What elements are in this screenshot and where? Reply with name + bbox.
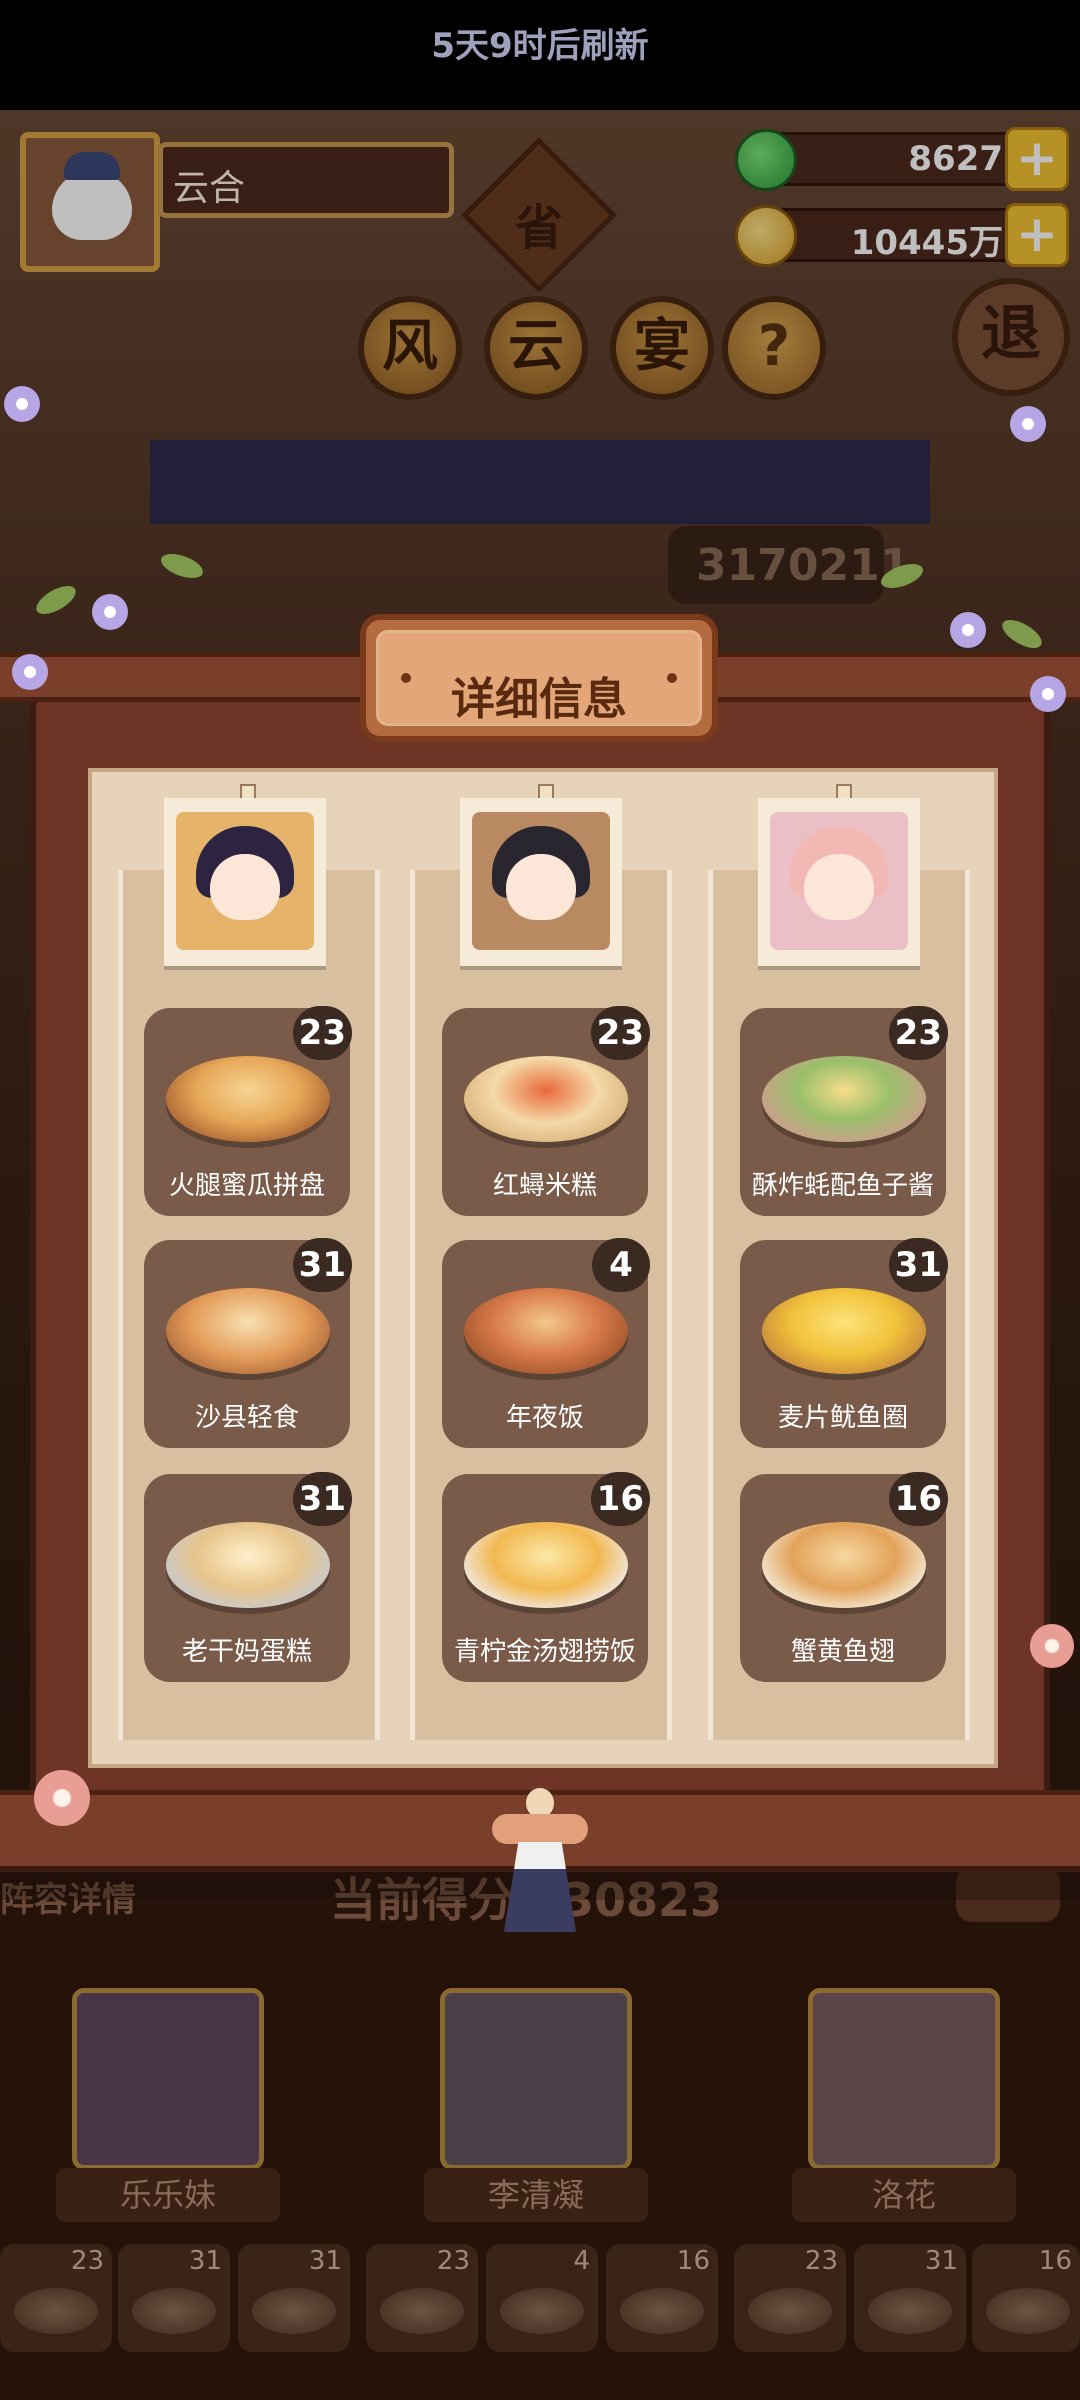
modal-title: 详细信息 (451, 674, 627, 725)
mini-dish-image (14, 2288, 98, 2334)
hero-name-2: 李清凝 (424, 2168, 648, 2222)
mini-dish-image (986, 2288, 1070, 2334)
dish-image (166, 1056, 330, 1142)
dish-card[interactable]: 4 年夜饭 (442, 1238, 650, 1448)
mini-dish-image (868, 2288, 952, 2334)
mini-dish-card: 16 (972, 2244, 1080, 2352)
dish-name: 酥炸蚝配鱼子酱 (751, 1171, 934, 1201)
dish-count-badge: 16 (590, 1472, 650, 1526)
dish-count-badge: 23 (590, 1006, 650, 1060)
tassel-ornament (488, 1788, 592, 1938)
character-face (506, 854, 576, 920)
mini-dish-count: 31 (924, 2246, 958, 2276)
dish-card[interactable]: 31 老干妈蛋糕 (144, 1472, 352, 1682)
flower-decoration (1010, 406, 1046, 442)
flower-decoration (4, 386, 40, 422)
dish-image (762, 1288, 926, 1374)
tassel-bow (492, 1814, 588, 1844)
mini-dish-card: 23 (0, 2244, 112, 2352)
dish-card[interactable]: 23 红蟳米糕 (442, 1006, 650, 1216)
dish-name: 蟹黄鱼翅 (790, 1637, 895, 1667)
mini-dish-count: 23 (436, 2246, 470, 2276)
portrait-background (770, 812, 908, 950)
flower-decoration (1030, 676, 1066, 712)
mini-dish-image (132, 2288, 216, 2334)
dish-card[interactable]: 23 酥炸蚝配鱼子酱 (740, 1006, 948, 1216)
dish-name: 老干妈蛋糕 (181, 1637, 312, 1667)
mini-dish-count: 16 (1038, 2246, 1072, 2276)
dish-name: 红蟳米糕 (492, 1171, 597, 1201)
dish-name: 年夜饭 (505, 1403, 584, 1433)
dish-card[interactable]: 16 青柠金汤翅捞饭 (442, 1472, 650, 1682)
mini-dish-card: 31 (854, 2244, 966, 2352)
portrait-background (176, 812, 314, 950)
flower-decoration (950, 612, 986, 648)
character-portrait-1 (164, 798, 326, 966)
hero-name-3: 洛花 (792, 2168, 1016, 2222)
mini-dish-card: 23 (734, 2244, 846, 2352)
dish-image (166, 1288, 330, 1374)
mini-dish-image (500, 2288, 584, 2334)
dish-card[interactable]: 16 蟹黄鱼翅 (740, 1472, 948, 1682)
dish-card[interactable]: 23 火腿蜜瓜拼盘 (144, 1006, 352, 1216)
modal-title-inner: 详细信息 (376, 630, 702, 726)
flower-decoration (34, 1770, 90, 1826)
modal-title-plaque: 详细信息 (360, 614, 718, 742)
hero-name-1: 乐乐妹 (56, 2168, 280, 2222)
flower-decoration (12, 654, 48, 690)
dish-name: 青柠金汤翅捞饭 (453, 1637, 636, 1667)
mini-dish-card: 23 (366, 2244, 478, 2352)
dish-image (464, 1522, 628, 1608)
mini-dish-card: 16 (606, 2244, 718, 2352)
dish-count-badge: 16 (888, 1472, 948, 1526)
flower-decoration (1030, 1624, 1074, 1668)
mini-dish-image (748, 2288, 832, 2334)
flower-decoration (92, 594, 128, 630)
portrait-background (472, 812, 610, 950)
mini-dish-count: 23 (804, 2246, 838, 2276)
mini-dish-card: 4 (486, 2244, 598, 2352)
character-face (210, 854, 280, 920)
dish-image (762, 1522, 926, 1608)
mini-dish-card: 31 (118, 2244, 230, 2352)
dish-image (166, 1522, 330, 1608)
dish-count-badge: 31 (292, 1238, 352, 1292)
character-face (804, 854, 874, 920)
dish-count-badge: 31 (888, 1238, 948, 1292)
mini-dish-image (380, 2288, 464, 2334)
mini-dish-card: 31 (238, 2244, 350, 2352)
dish-image (464, 1056, 628, 1142)
dish-count-badge: 4 (592, 1238, 650, 1292)
dish-card[interactable]: 31 沙县轻食 (144, 1238, 352, 1448)
refresh-countdown: 5天9时后刷新 (431, 26, 649, 66)
hero-card-2 (440, 1988, 632, 2170)
mini-dish-image (252, 2288, 336, 2334)
dish-image (464, 1288, 628, 1374)
dish-count-badge: 31 (292, 1472, 352, 1526)
character-portrait-2 (460, 798, 622, 966)
dish-name: 沙县轻食 (194, 1403, 299, 1433)
dish-count-badge: 23 (292, 1006, 352, 1060)
dish-card[interactable]: 31 麦片鱿鱼圈 (740, 1238, 948, 1448)
dish-name: 火腿蜜瓜拼盘 (168, 1171, 325, 1201)
mini-dish-image (620, 2288, 704, 2334)
dish-name: 麦片鱿鱼圈 (777, 1403, 908, 1433)
mini-dish-count: 31 (308, 2246, 342, 2276)
mini-dish-count: 4 (573, 2246, 590, 2276)
mini-dish-count: 31 (188, 2246, 222, 2276)
dish-count-badge: 23 (888, 1006, 948, 1060)
hero-card-1 (72, 1988, 264, 2170)
character-portrait-3 (758, 798, 920, 966)
tassel-skirt (504, 1842, 576, 1932)
hero-card-3 (808, 1988, 1000, 2170)
mini-dish-count: 23 (70, 2246, 104, 2276)
mini-dish-count: 16 (676, 2246, 710, 2276)
dish-image (762, 1056, 926, 1142)
